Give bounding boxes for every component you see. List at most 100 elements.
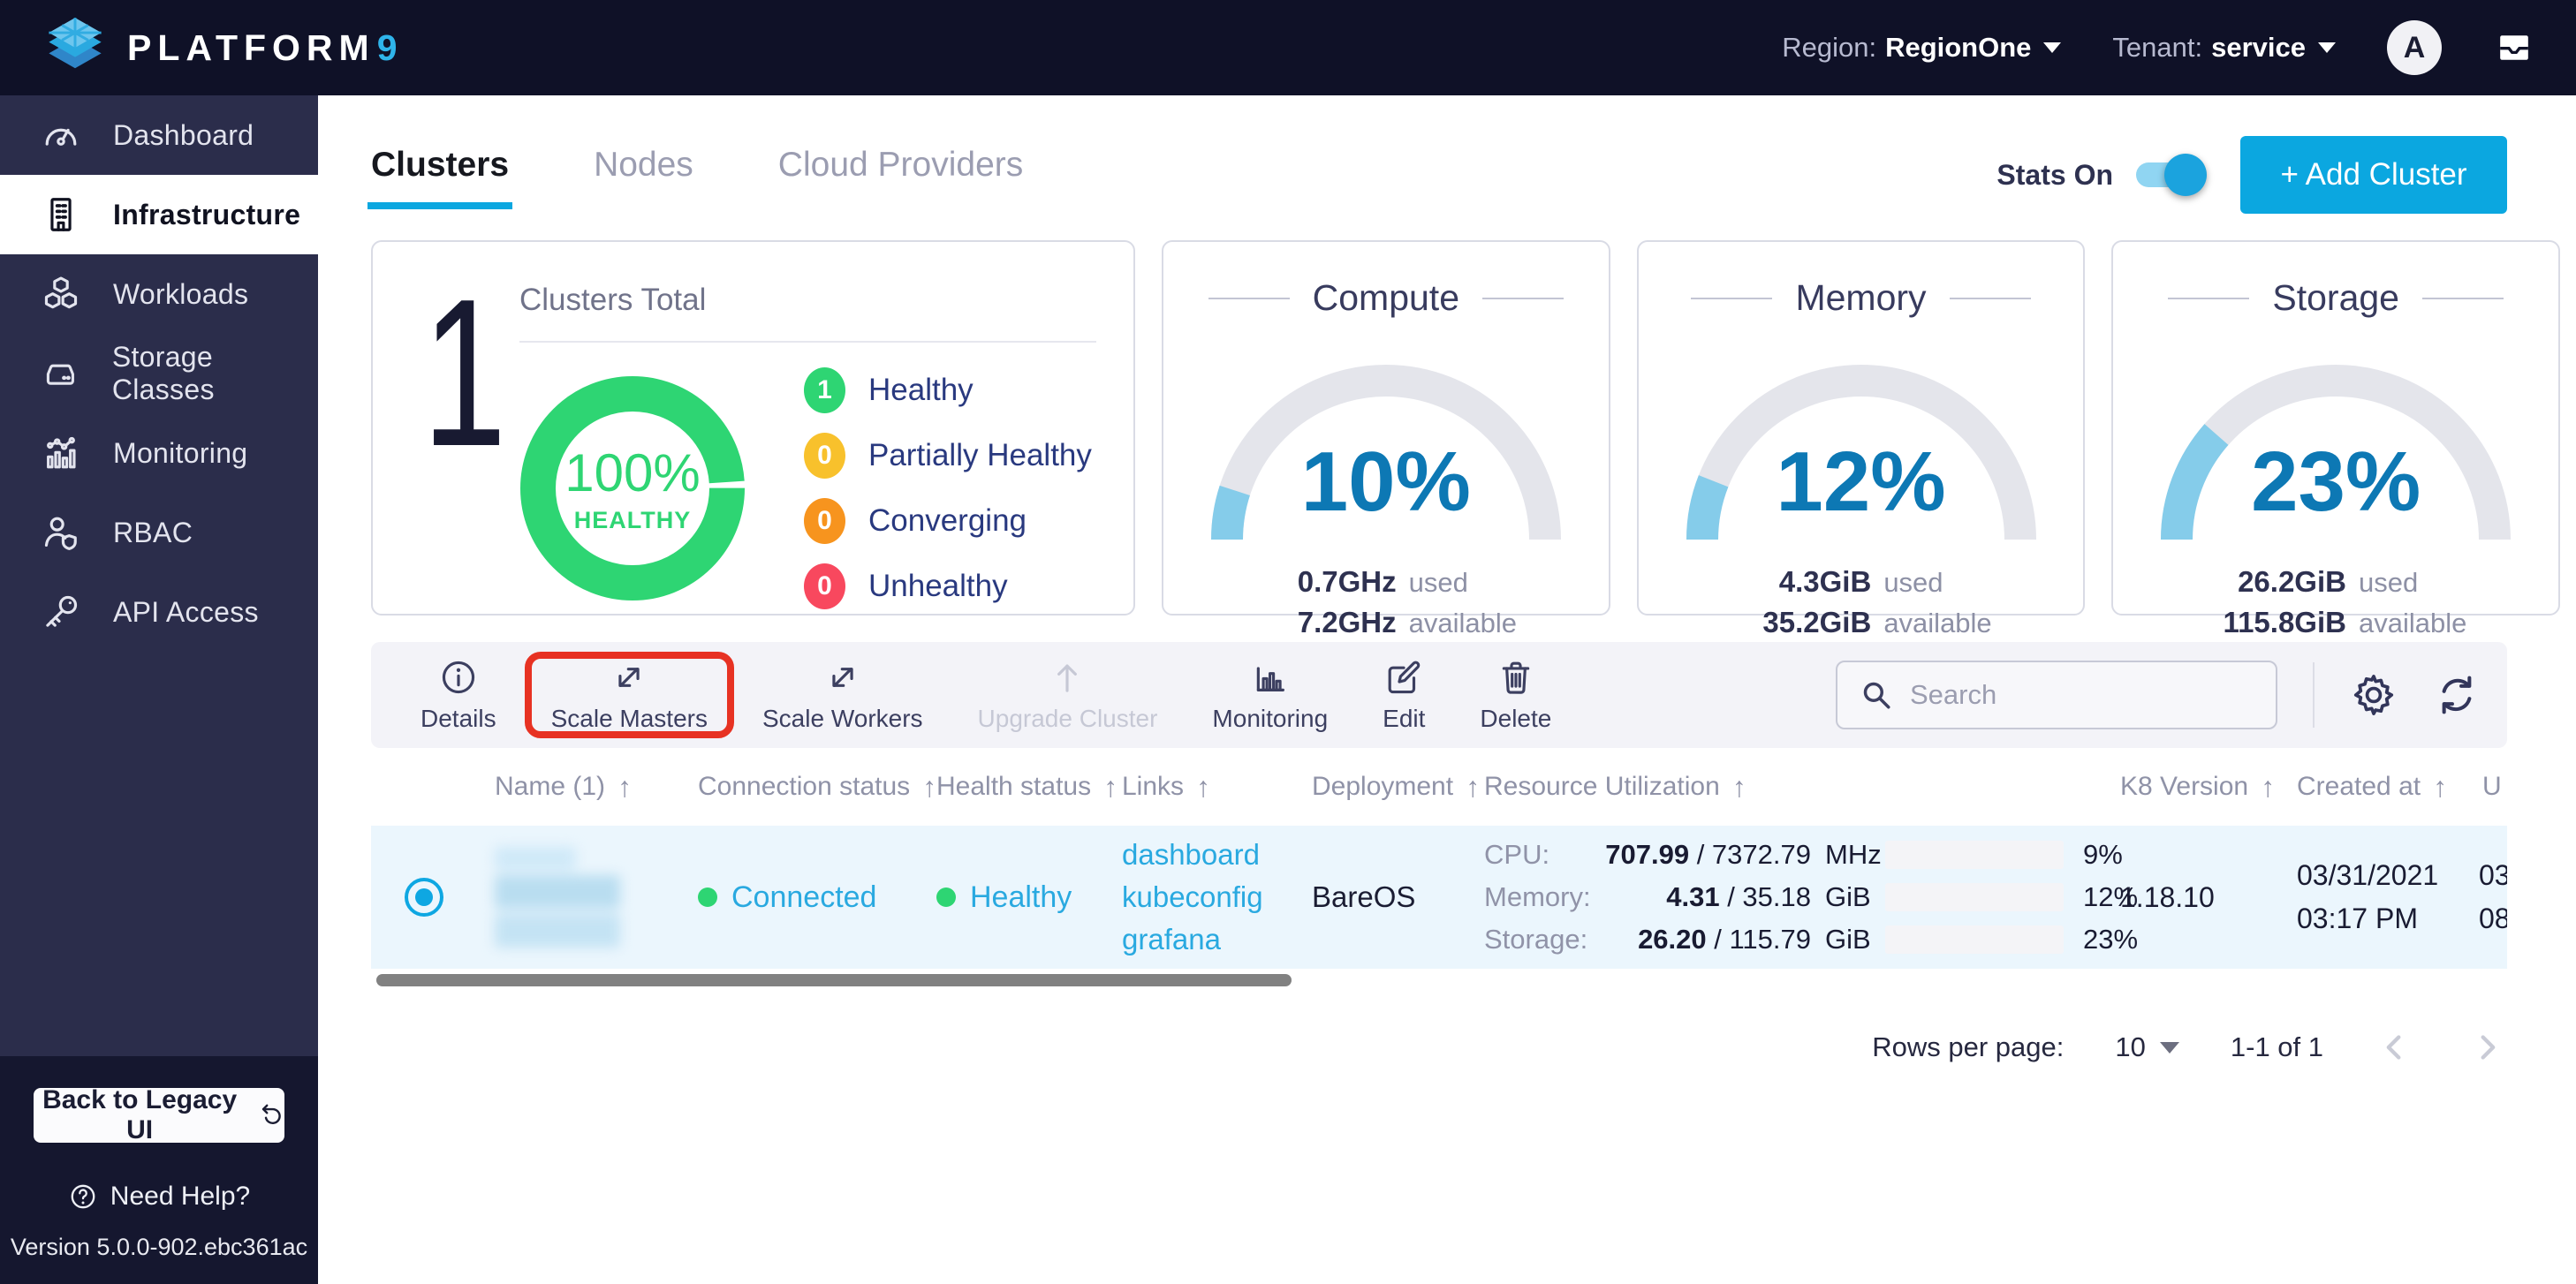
- resource-label: CPU:: [1484, 839, 1588, 871]
- gear-icon[interactable]: [2350, 671, 2398, 719]
- pagination: Rows per page: 10 1-1 of 1: [371, 1027, 2507, 1068]
- sidebar-item-label: Dashboard: [113, 119, 254, 152]
- tab-nodes[interactable]: Nodes: [594, 146, 693, 204]
- resource-label: Storage:: [1484, 924, 1588, 955]
- usage-card-title: Storage: [2272, 277, 2399, 319]
- usage-gauge: 23%: [2146, 345, 2526, 553]
- deployment-type: BareOS: [1294, 880, 1466, 914]
- row-radio-selected[interactable]: [405, 878, 443, 917]
- previous-page-icon[interactable]: [2375, 1027, 2415, 1068]
- column-connection-status[interactable]: Connection status↑: [680, 771, 919, 804]
- tab-cloud-providers[interactable]: Cloud Providers: [778, 146, 1023, 204]
- sidebar-item-workloads[interactable]: Workloads: [0, 254, 318, 334]
- sidebar-item-dashboard[interactable]: Dashboard: [0, 95, 318, 175]
- rows-per-page-select[interactable]: 10: [2115, 1031, 2178, 1063]
- link-grafana[interactable]: grafana: [1122, 923, 1294, 956]
- sidebar-item-monitoring[interactable]: Monitoring: [0, 413, 318, 493]
- horizontal-scrollbar[interactable]: [376, 974, 1292, 986]
- resource-percentage: 23%: [2074, 924, 2138, 955]
- action-scale-masters[interactable]: Scale Masters: [528, 657, 731, 733]
- rows-per-page-label: Rows per page:: [1872, 1031, 2064, 1063]
- search-box[interactable]: [1836, 661, 2277, 729]
- usage-card-title: Memory: [1795, 277, 1926, 319]
- sort-arrow-icon: ↑: [617, 771, 632, 804]
- column-links[interactable]: Links↑: [1104, 771, 1294, 804]
- usage-percentage: 10%: [1196, 434, 1576, 531]
- storage-classes-icon: [41, 353, 80, 394]
- sidebar-item-label: Workloads: [113, 278, 248, 311]
- next-page-icon[interactable]: [2466, 1027, 2507, 1068]
- legend-item-converging: 0Converging: [804, 498, 1092, 544]
- undo-icon: [258, 1101, 284, 1129]
- action-details[interactable]: Details: [398, 657, 519, 733]
- column-name-1[interactable]: Name (1)↑: [477, 771, 680, 804]
- legend-label: Healthy: [868, 373, 974, 408]
- main-content: Clusters Nodes Cloud Providers Stats On + …: [318, 95, 2576, 1284]
- k8-version: 1.18.10: [2102, 881, 2279, 914]
- sidebar-item-storage-classes[interactable]: Storage Classes: [0, 334, 318, 413]
- column-u[interactable]: U: [2465, 772, 2507, 802]
- link-dashboard[interactable]: dashboard: [1122, 838, 1294, 872]
- action-delete[interactable]: Delete: [1457, 657, 1574, 733]
- usage-percentage: 23%: [2146, 434, 2526, 531]
- tenant-value: service: [2211, 32, 2306, 64]
- stats-toggle-label: Stats On: [1996, 159, 2113, 192]
- sidebar-item-label: Infrastructure: [113, 199, 300, 231]
- scale-icon: [609, 657, 649, 698]
- stats-toggle[interactable]: [2136, 162, 2200, 187]
- pagination-range: 1-1 of 1: [2231, 1031, 2323, 1063]
- created-date: 03/31/2021: [2297, 859, 2465, 892]
- legend-count-badge: 1: [804, 367, 845, 413]
- back-to-legacy-button[interactable]: Back to Legacy UI: [34, 1088, 284, 1143]
- logo-accent: 9: [377, 27, 398, 68]
- column-resource-utilization[interactable]: Resource Utilization↑: [1466, 771, 2102, 804]
- tab-clusters[interactable]: Clusters: [371, 146, 509, 204]
- sidebar-item-rbac[interactable]: RBAC: [0, 493, 318, 572]
- column-k8-version[interactable]: K8 Version↑: [2102, 771, 2279, 804]
- action-scale-workers[interactable]: Scale Workers: [739, 657, 946, 733]
- health-status-text: Healthy: [970, 880, 1072, 915]
- resource-unit: GiB: [1811, 881, 1868, 913]
- resource-row-storage: Storage:26.20 / 115.79GiB23%: [1484, 924, 2102, 955]
- refresh-icon[interactable]: [2433, 671, 2481, 719]
- chevron-down-icon: [2043, 42, 2061, 53]
- donut-percentage: 100%: [564, 442, 700, 503]
- logo-text: PLATFORM: [127, 27, 375, 68]
- action-monitoring[interactable]: Monitoring: [1189, 657, 1351, 733]
- sort-arrow-icon: ↑: [1196, 771, 1210, 804]
- search-icon: [1859, 677, 1894, 713]
- sidebar-item-api-access[interactable]: API Access: [0, 572, 318, 652]
- divider: [1482, 298, 1564, 299]
- action-label: Delete: [1480, 705, 1551, 733]
- resource-value: 4.31 / 35.18: [1588, 881, 1811, 913]
- used-suffix: used: [2359, 567, 2466, 599]
- table-row[interactable]: Connected Healthy dashboardkubeconfiggra…: [371, 826, 2507, 969]
- column-deployment[interactable]: Deployment↑: [1294, 771, 1466, 804]
- region-selector[interactable]: Region: RegionOne: [1782, 32, 2061, 64]
- legend-item-partially-healthy: 0Partially Healthy: [804, 433, 1092, 479]
- need-help-link[interactable]: Need Help?: [68, 1182, 250, 1212]
- sidebar-item-infrastructure[interactable]: Infrastructure: [0, 175, 318, 254]
- search-input[interactable]: [1910, 679, 2262, 711]
- column-created-at[interactable]: Created at↑: [2279, 771, 2465, 804]
- link-kubeconfig[interactable]: kubeconfig: [1122, 880, 1294, 914]
- legend-count-badge: 0: [804, 498, 845, 544]
- available-suffix: available: [2359, 608, 2466, 639]
- version-text: Version 5.0.0-902.ebc361ac: [11, 1234, 307, 1261]
- available-value: 35.2GiB: [1730, 606, 1871, 639]
- bar-chart-icon: [1250, 657, 1291, 698]
- column-health-status[interactable]: Health status↑: [919, 771, 1104, 804]
- divider: [1208, 298, 1290, 299]
- action-edit[interactable]: Edit: [1360, 657, 1448, 733]
- action-upgrade-cluster: Upgrade Cluster: [955, 657, 1181, 733]
- resource-progress-bar: [1885, 841, 2064, 869]
- chevron-down-icon: [2318, 42, 2336, 53]
- divider: [1691, 298, 1772, 299]
- tenant-selector[interactable]: Tenant: service: [2112, 32, 2336, 64]
- donut-label: HEALTHY: [574, 507, 692, 534]
- user-avatar[interactable]: A: [2387, 20, 2442, 75]
- resource-row-memory: Memory:4.31 / 35.18GiB12%: [1484, 881, 2102, 913]
- usage-card-memory: Memory12%4.3GiBused35.2GiBavailable: [1637, 240, 2086, 616]
- add-cluster-button[interactable]: + Add Cluster: [2240, 136, 2507, 214]
- inbox-icon[interactable]: [2493, 28, 2535, 67]
